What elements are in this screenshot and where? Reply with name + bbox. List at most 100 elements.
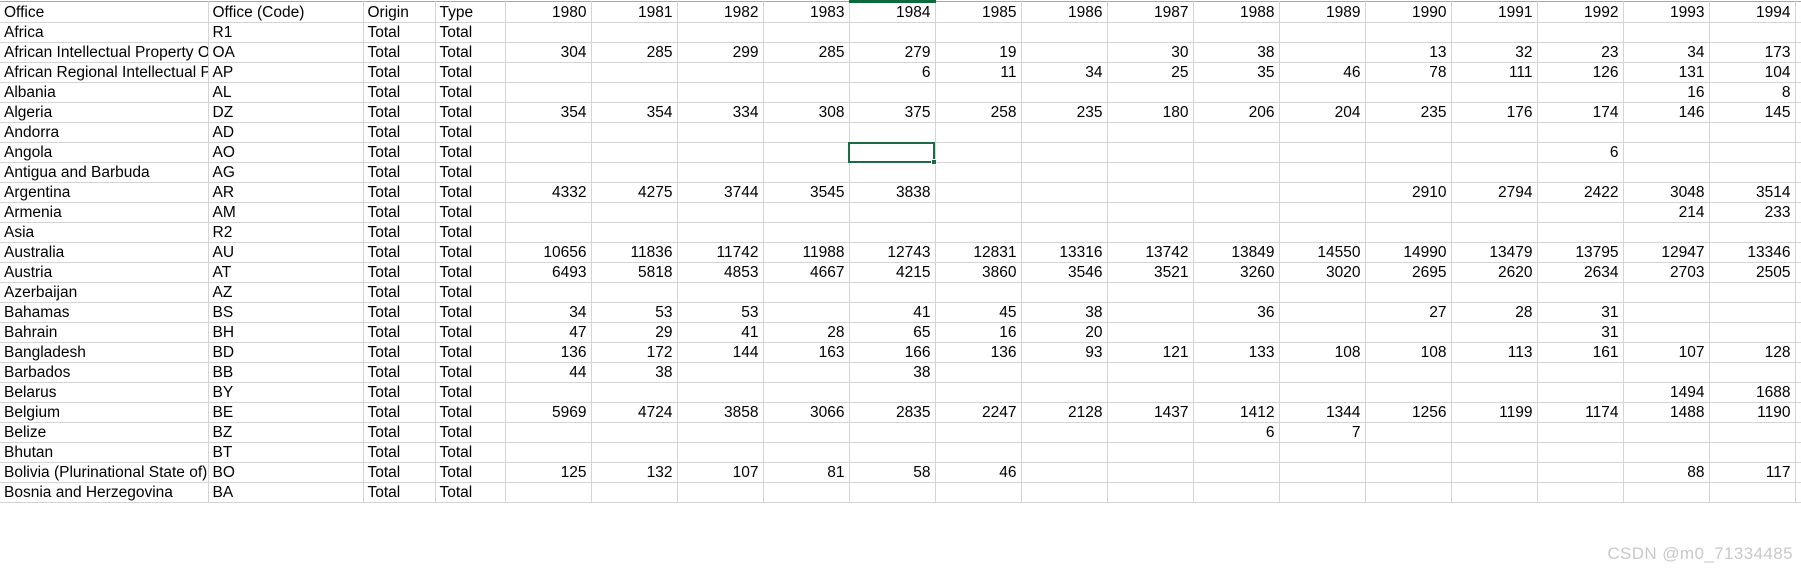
row-office-name[interactable]: Antigua and Barbuda xyxy=(0,162,209,183)
table-row[interactable]: Bosnia and Herzegovina BA Total Total xyxy=(0,482,1801,503)
row-office-name[interactable]: Azerbaijan xyxy=(0,282,209,303)
cell-1991[interactable]: 28 xyxy=(1451,302,1538,323)
cell-1994[interactable] xyxy=(1709,142,1796,163)
table-row[interactable]: Austria AT Total Total 6493 5818 4853 4667 4215 3… xyxy=(0,262,1801,283)
cell-1993[interactable] xyxy=(1623,142,1710,163)
column-header-year-1982[interactable]: 1982 xyxy=(677,1,764,23)
cell-1984[interactable]: 279 xyxy=(849,42,936,63)
cell-1986[interactable] xyxy=(1021,462,1108,483)
column-header-office-code[interactable]: Office (Code) xyxy=(208,1,364,23)
cell-1981[interactable] xyxy=(591,162,678,183)
cell-1981[interactable] xyxy=(591,22,678,43)
cell-1994[interactable] xyxy=(1709,282,1796,303)
cell-1990[interactable] xyxy=(1365,322,1452,343)
cell-1994[interactable]: 233 xyxy=(1709,202,1796,223)
cell-1980[interactable]: 10656 xyxy=(505,242,592,263)
cell-1985[interactable] xyxy=(935,122,1022,143)
cell-1987[interactable] xyxy=(1107,322,1194,343)
cell-1992[interactable] xyxy=(1537,222,1624,243)
cell-1981[interactable]: 172 xyxy=(591,342,678,363)
cell-1992[interactable] xyxy=(1537,122,1624,143)
row-origin[interactable]: Total xyxy=(363,342,436,363)
cell-1984[interactable] xyxy=(849,142,936,163)
cell-1993[interactable] xyxy=(1623,122,1710,143)
row-type[interactable]: Total xyxy=(435,42,506,63)
cell-1983[interactable]: 285 xyxy=(763,42,850,63)
cell-1981[interactable]: 354 xyxy=(591,102,678,123)
column-header-year-1983[interactable]: 1983 xyxy=(763,1,850,23)
cell-1990[interactable]: 14990 xyxy=(1365,242,1452,263)
cell-1989[interactable] xyxy=(1279,122,1366,143)
cell-1992[interactable] xyxy=(1537,382,1624,403)
row-office-code[interactable]: AL xyxy=(208,82,364,103)
cell-1987[interactable]: 121 xyxy=(1107,342,1194,363)
cell-1990[interactable]: 13 xyxy=(1365,42,1452,63)
cell-1980[interactable]: 47 xyxy=(505,322,592,343)
cell-1987[interactable]: 1437 xyxy=(1107,402,1194,423)
cell-1990[interactable] xyxy=(1365,82,1452,103)
row-type[interactable]: Total xyxy=(435,122,506,143)
cell-1980[interactable]: 354 xyxy=(505,102,592,123)
cell-1992[interactable] xyxy=(1537,462,1624,483)
cell-1993[interactable]: 34 xyxy=(1623,42,1710,63)
cell-1983[interactable] xyxy=(763,422,850,443)
cell-1986[interactable] xyxy=(1021,142,1108,163)
cell-1994[interactable]: 173 xyxy=(1709,42,1796,63)
cell-1985[interactable]: 2247 xyxy=(935,402,1022,423)
table-row[interactable]: Belarus BY Total Total 1494 1688 xyxy=(0,382,1801,403)
cell-1989[interactable] xyxy=(1279,142,1366,163)
cell-1989[interactable]: 3020 xyxy=(1279,262,1366,283)
cell-1994[interactable]: 1688 xyxy=(1709,382,1796,403)
column-header-year-1981[interactable]: 1981 xyxy=(591,1,678,23)
row-office-code[interactable]: AR xyxy=(208,182,364,203)
cell-1990[interactable] xyxy=(1365,162,1452,183)
cell-1992[interactable]: 13795 xyxy=(1537,242,1624,263)
cell-1994[interactable] xyxy=(1709,122,1796,143)
cell-1990[interactable] xyxy=(1365,22,1452,43)
row-type[interactable]: Total xyxy=(435,262,506,283)
cell-1986[interactable] xyxy=(1021,162,1108,183)
cell-1992[interactable] xyxy=(1537,202,1624,223)
cell-1993[interactable]: 1488 xyxy=(1623,402,1710,423)
cell-1986[interactable]: 3546 xyxy=(1021,262,1108,283)
row-office-code[interactable]: R2 xyxy=(208,222,364,243)
cell-1982[interactable] xyxy=(677,222,764,243)
cell-1990[interactable] xyxy=(1365,142,1452,163)
cell-1989[interactable] xyxy=(1279,182,1366,203)
cell-1988[interactable]: 133 xyxy=(1193,342,1280,363)
cell-1990[interactable] xyxy=(1365,442,1452,463)
row-office-code[interactable]: AO xyxy=(208,142,364,163)
cell-1983[interactable] xyxy=(763,62,850,83)
cell-1981[interactable] xyxy=(591,422,678,443)
cell-1987[interactable] xyxy=(1107,362,1194,383)
cell-1994[interactable] xyxy=(1709,442,1796,463)
cell-1980[interactable]: 6493 xyxy=(505,262,592,283)
cell-1993[interactable] xyxy=(1623,442,1710,463)
table-row[interactable]: Bolivia (Plurinational State of) BO Total T… xyxy=(0,462,1801,483)
cell-1992[interactable] xyxy=(1537,282,1624,303)
row-office-name[interactable]: African Intellectual Property O xyxy=(0,42,209,63)
cell-1989[interactable] xyxy=(1279,442,1366,463)
row-origin[interactable]: Total xyxy=(363,322,436,343)
cell-1981[interactable]: 5818 xyxy=(591,262,678,283)
column-header-year-1989[interactable]: 1989 xyxy=(1279,1,1366,23)
cell-1991[interactable] xyxy=(1451,422,1538,443)
cell-1994[interactable] xyxy=(1709,422,1796,443)
cell-1986[interactable] xyxy=(1021,382,1108,403)
cell-1988[interactable] xyxy=(1193,202,1280,223)
cell-1986[interactable] xyxy=(1021,22,1108,43)
cell-1994[interactable]: 13346 xyxy=(1709,242,1796,263)
cell-1982[interactable]: 144 xyxy=(677,342,764,363)
row-type[interactable]: Total xyxy=(435,322,506,343)
cell-1982[interactable]: 11742 xyxy=(677,242,764,263)
row-type[interactable]: Total xyxy=(435,82,506,103)
cell-1987[interactable] xyxy=(1107,142,1194,163)
row-origin[interactable]: Total xyxy=(363,262,436,283)
spreadsheet-grid[interactable]: Office Office (Code) Origin Type 1980 1981 198… xyxy=(0,0,1801,570)
cell-1990[interactable]: 27 xyxy=(1365,302,1452,323)
cell-1990[interactable]: 2695 xyxy=(1365,262,1452,283)
cell-1983[interactable] xyxy=(763,122,850,143)
column-header-year-1987[interactable]: 1987 xyxy=(1107,1,1194,23)
cell-1982[interactable] xyxy=(677,482,764,503)
row-type[interactable]: Total xyxy=(435,62,506,83)
